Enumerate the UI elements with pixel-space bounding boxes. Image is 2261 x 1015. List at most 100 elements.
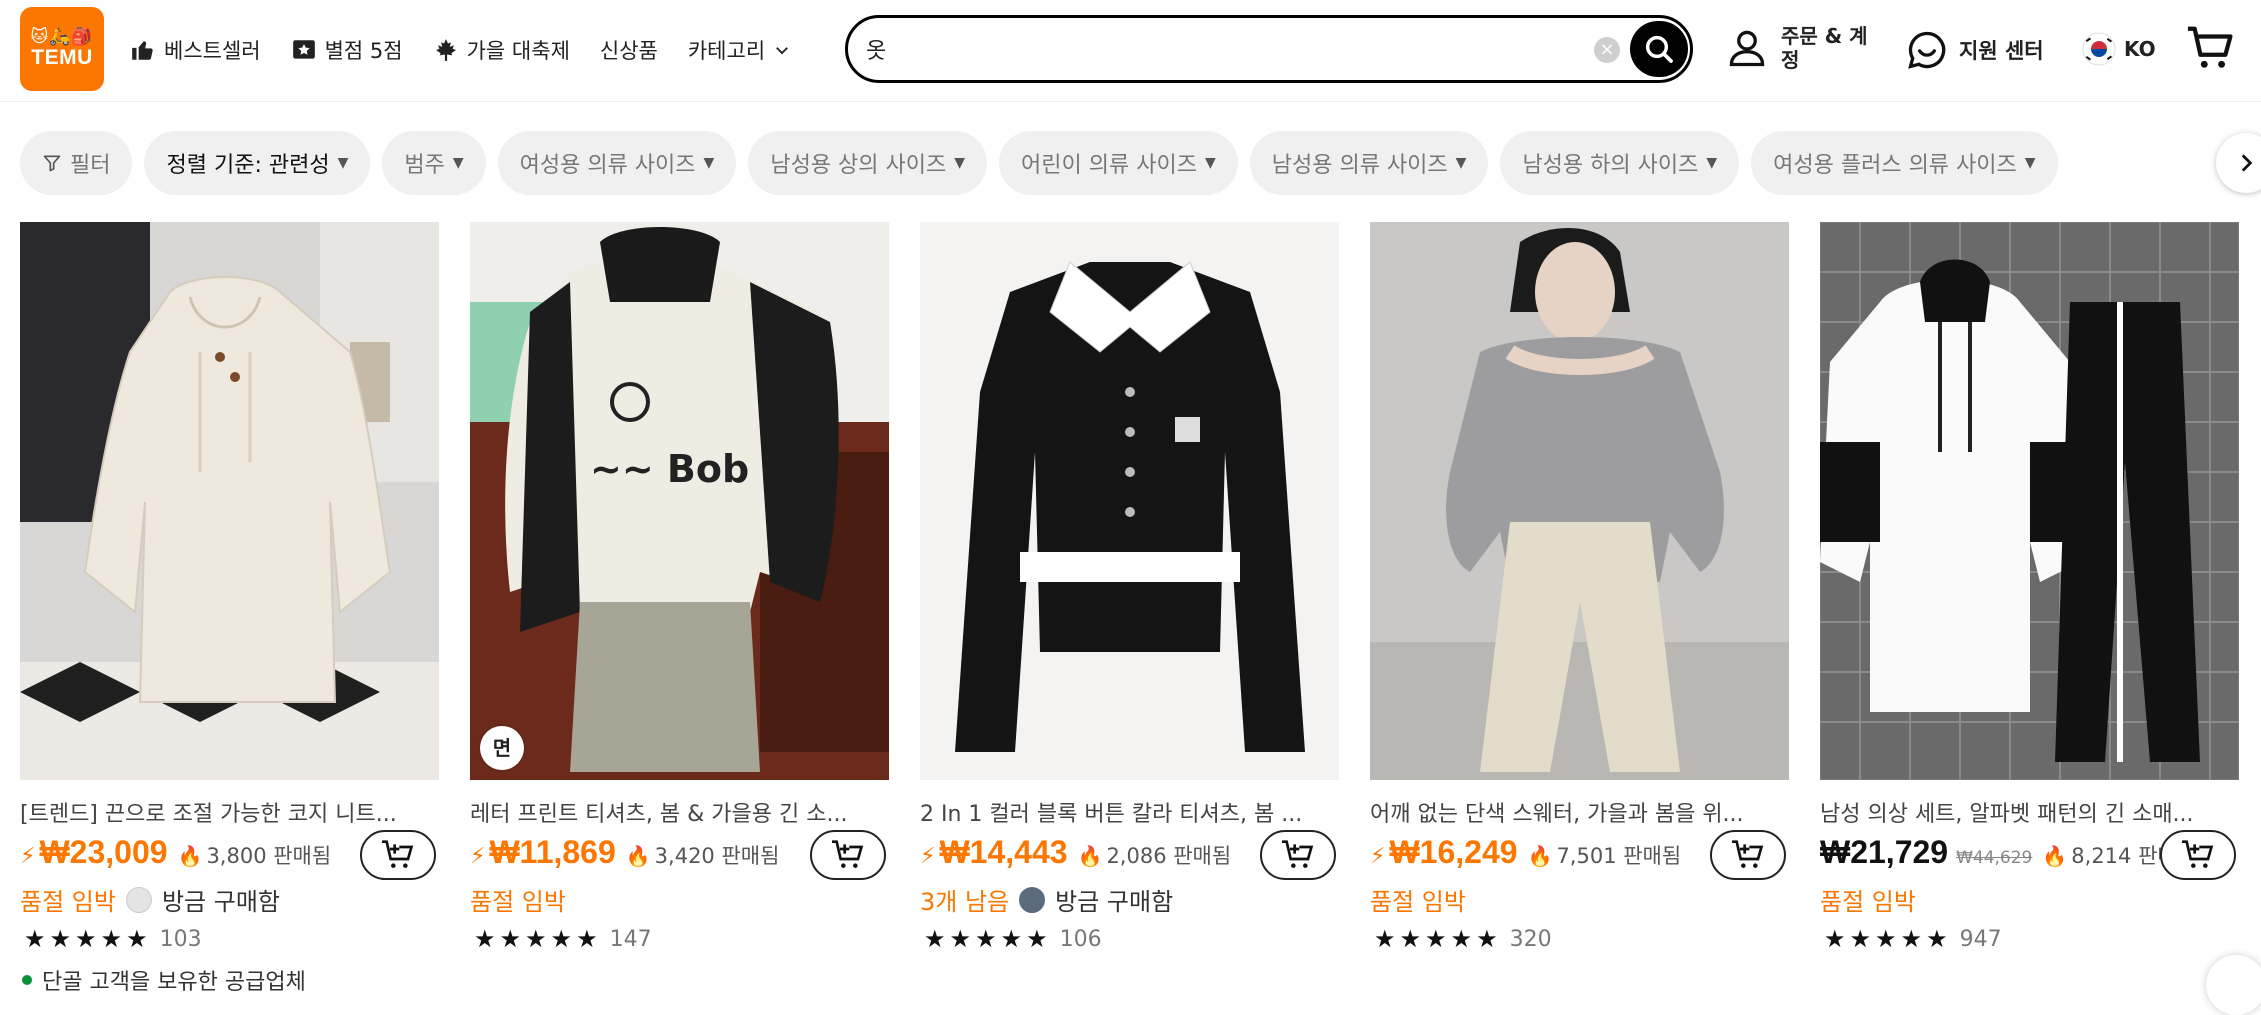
filter-chip-mens-top-size[interactable]: 남성용 상의 사이즈 ▼: [748, 131, 988, 195]
chip-label: 여성용 의류 사이즈: [519, 153, 696, 178]
search-button[interactable]: [1630, 21, 1688, 77]
rating-row: ★★★★★ 947: [1824, 925, 2002, 953]
logo-wordmark: TEMU: [31, 46, 93, 69]
rating-row: ★★★★★ 147: [474, 925, 652, 953]
chevron-right-icon: [2241, 154, 2253, 172]
rating-count: 947: [1959, 926, 2002, 952]
filter-button[interactable]: 필터: [20, 131, 133, 195]
hoodie-sweater-photo: [20, 222, 439, 780]
search-input[interactable]: [866, 30, 1566, 68]
product-price: ₩14,443: [939, 834, 1068, 870]
clear-search-icon[interactable]: ×: [1594, 37, 1620, 63]
nav-categories-label: 카테고리: [687, 39, 766, 63]
sold-count: 3,420 판매됨: [654, 844, 780, 868]
green-dot-icon: [22, 975, 32, 985]
tag-row: 품절 임박 방금 구매함: [20, 882, 280, 917]
product-title[interactable]: [트렌드] 끈으로 조절 가능한 코지 니트...: [20, 796, 439, 828]
product-title[interactable]: 2 In 1 컬러 블록 버튼 칼라 티셔츠, 봄 ...: [920, 796, 1339, 828]
urgency-tag: 품절 임박: [1820, 888, 1916, 916]
rating-count: 106: [1059, 926, 1102, 952]
star-rating-icon: ★★★★★: [924, 925, 1052, 953]
add-to-cart-button[interactable]: [810, 830, 886, 880]
chevron-down-icon: [776, 47, 789, 55]
filter-label: 필터: [70, 153, 111, 178]
chip-label: 남성용 의류 사이즈: [1271, 153, 1448, 178]
chevron-down-icon: ▼: [1706, 155, 1718, 171]
product-image[interactable]: [20, 222, 439, 780]
support-center[interactable]: 지원 센터: [1905, 28, 2044, 72]
flash-sale-icon: ⚡: [470, 844, 486, 869]
product-title[interactable]: 레터 프린트 티셔츠, 봄 & 가을용 긴 소...: [470, 796, 889, 828]
filter-chip-womens-size[interactable]: 여성용 의류 사이즈 ▼: [497, 131, 737, 195]
rating-row: ★★★★★ 103: [24, 925, 202, 953]
product-image[interactable]: ~~ Bob 면: [470, 222, 889, 780]
urgency-tag: 품절 임박: [1370, 888, 1466, 916]
chevron-down-icon: ▼: [1455, 155, 1467, 171]
maple-leaf-icon: [435, 39, 456, 61]
tag-row: 3개 남음 방금 구매함: [920, 882, 1173, 917]
filter-chip-kids-size[interactable]: 어린이 의류 사이즈 ▼: [999, 131, 1238, 195]
filter-bar: 필터 정렬 기준: 관련성 ▼ 범주 ▼ 여성용 의류 사이즈 ▼ 남성용 상의 사…: [20, 131, 2230, 195]
chevron-down-icon: ▼: [337, 155, 349, 171]
product-image[interactable]: [920, 222, 1339, 780]
rating-count: 103: [159, 926, 202, 952]
product-card[interactable]: 2 In 1 컬러 블록 버튼 칼라 티셔츠, 봄 ... ⚡ ₩14,443 …: [920, 222, 1339, 982]
product-card[interactable]: [트렌드] 끈으로 조절 가능한 코지 니트... ⚡ ₩23,009 🔥 3,…: [20, 222, 439, 982]
filter-chip-womens-plus-size[interactable]: 여성용 플러스 의류 사이즈 ▼: [1751, 131, 2058, 195]
off-shoulder-sweater-photo: [1370, 222, 1789, 780]
cart-button[interactable]: [2186, 24, 2236, 76]
price-row: ⚡ ₩11,869 🔥 3,420 판매됨: [470, 834, 779, 874]
support-label: 지원 센터: [1959, 39, 2044, 63]
product-card[interactable]: ~~ Bob 면 레터 프린트 티셔츠, 봄 & 가을용 긴 소... ⚡ ₩1…: [470, 222, 889, 982]
top-nav: 베스트셀러 별점 5점 가을 대축제 신상품 카테고리: [130, 30, 791, 70]
temu-logo[interactable]: 🐱🛵🎒 TEMU: [20, 7, 104, 91]
sold-count: 2,086 판매됨: [1106, 844, 1232, 868]
product-price: ₩11,869: [489, 834, 616, 870]
flame-icon: 🔥: [2042, 844, 2068, 868]
product-image[interactable]: [1370, 222, 1789, 780]
chevron-down-icon: ▼: [2024, 155, 2036, 171]
nav-autumn-festival-label: 가을 대축제: [466, 39, 570, 63]
nav-autumn-festival[interactable]: 가을 대축제: [433, 35, 570, 65]
floating-help-button[interactable]: [2206, 955, 2261, 1015]
filter-chip-category[interactable]: 범주 ▼: [382, 131, 486, 195]
original-price: ₩44,629: [1956, 848, 2033, 868]
add-to-cart-icon: [1282, 840, 1314, 868]
sold-count: 3,800 판매됨: [206, 844, 332, 868]
buyer-avatar: [125, 886, 152, 913]
nav-categories[interactable]: 카테고리: [688, 35, 791, 65]
product-card[interactable]: 어깨 없는 단색 스웨터, 가을과 봄을 위... ⚡ ₩16,249 🔥 7,…: [1370, 222, 1789, 982]
add-to-cart-button[interactable]: [360, 830, 436, 880]
sort-dropdown[interactable]: 정렬 기준: 관련성 ▼: [144, 131, 371, 195]
letter-print-tshirt-photo: ~~ Bob: [470, 222, 889, 780]
urgency-tag: 품절 임박: [470, 888, 566, 916]
chevron-down-icon: ▼: [452, 155, 464, 171]
filter-chip-mens-size[interactable]: 남성용 의류 사이즈 ▼: [1249, 131, 1489, 195]
nav-new-arrivals[interactable]: 신상품: [600, 35, 658, 65]
add-to-cart-icon: [832, 840, 864, 868]
account-menu[interactable]: 주문 & 계정: [1725, 24, 1881, 72]
nav-five-stars-label: 별점 5점: [324, 39, 403, 63]
star-badge-icon: [292, 40, 315, 59]
filter-chip-mens-bottom-size[interactable]: 남성용 하의 사이즈 ▼: [1500, 131, 1740, 195]
sort-label: 정렬 기준: 관련성: [166, 153, 330, 178]
product-title[interactable]: 남성 의상 세트, 알파벳 패턴의 긴 소매...: [1820, 796, 2239, 828]
add-to-cart-button[interactable]: [1260, 830, 1336, 880]
product-image[interactable]: [1820, 222, 2239, 780]
flame-icon: 🔥: [1077, 844, 1103, 868]
rating-count: 320: [1509, 926, 1552, 952]
product-card[interactable]: 남성 의상 세트, 알파벳 패턴의 긴 소매... ₩21,729 ₩44,62…: [1820, 222, 2239, 982]
add-to-cart-icon: [1732, 840, 1764, 868]
rating-count: 147: [609, 926, 652, 952]
add-to-cart-button[interactable]: [2160, 830, 2236, 880]
sold-count: 7,501 판매됨: [1556, 844, 1682, 868]
trusted-supplier-note: 단골 고객을 보유한 공급업체: [22, 964, 306, 996]
nav-five-stars[interactable]: 별점 5점: [291, 35, 403, 65]
tag-row: 품절 임박: [1370, 882, 1466, 917]
language-selector[interactable]: KO: [2082, 32, 2156, 66]
chat-support-icon: [1908, 31, 1946, 69]
price-row: ⚡ ₩23,009 🔥 3,800 판매됨: [20, 834, 331, 874]
add-to-cart-button[interactable]: [1710, 830, 1786, 880]
product-title[interactable]: 어깨 없는 단색 스웨터, 가을과 봄을 위...: [1370, 796, 1789, 828]
nav-bestsellers[interactable]: 베스트셀러: [130, 35, 261, 65]
